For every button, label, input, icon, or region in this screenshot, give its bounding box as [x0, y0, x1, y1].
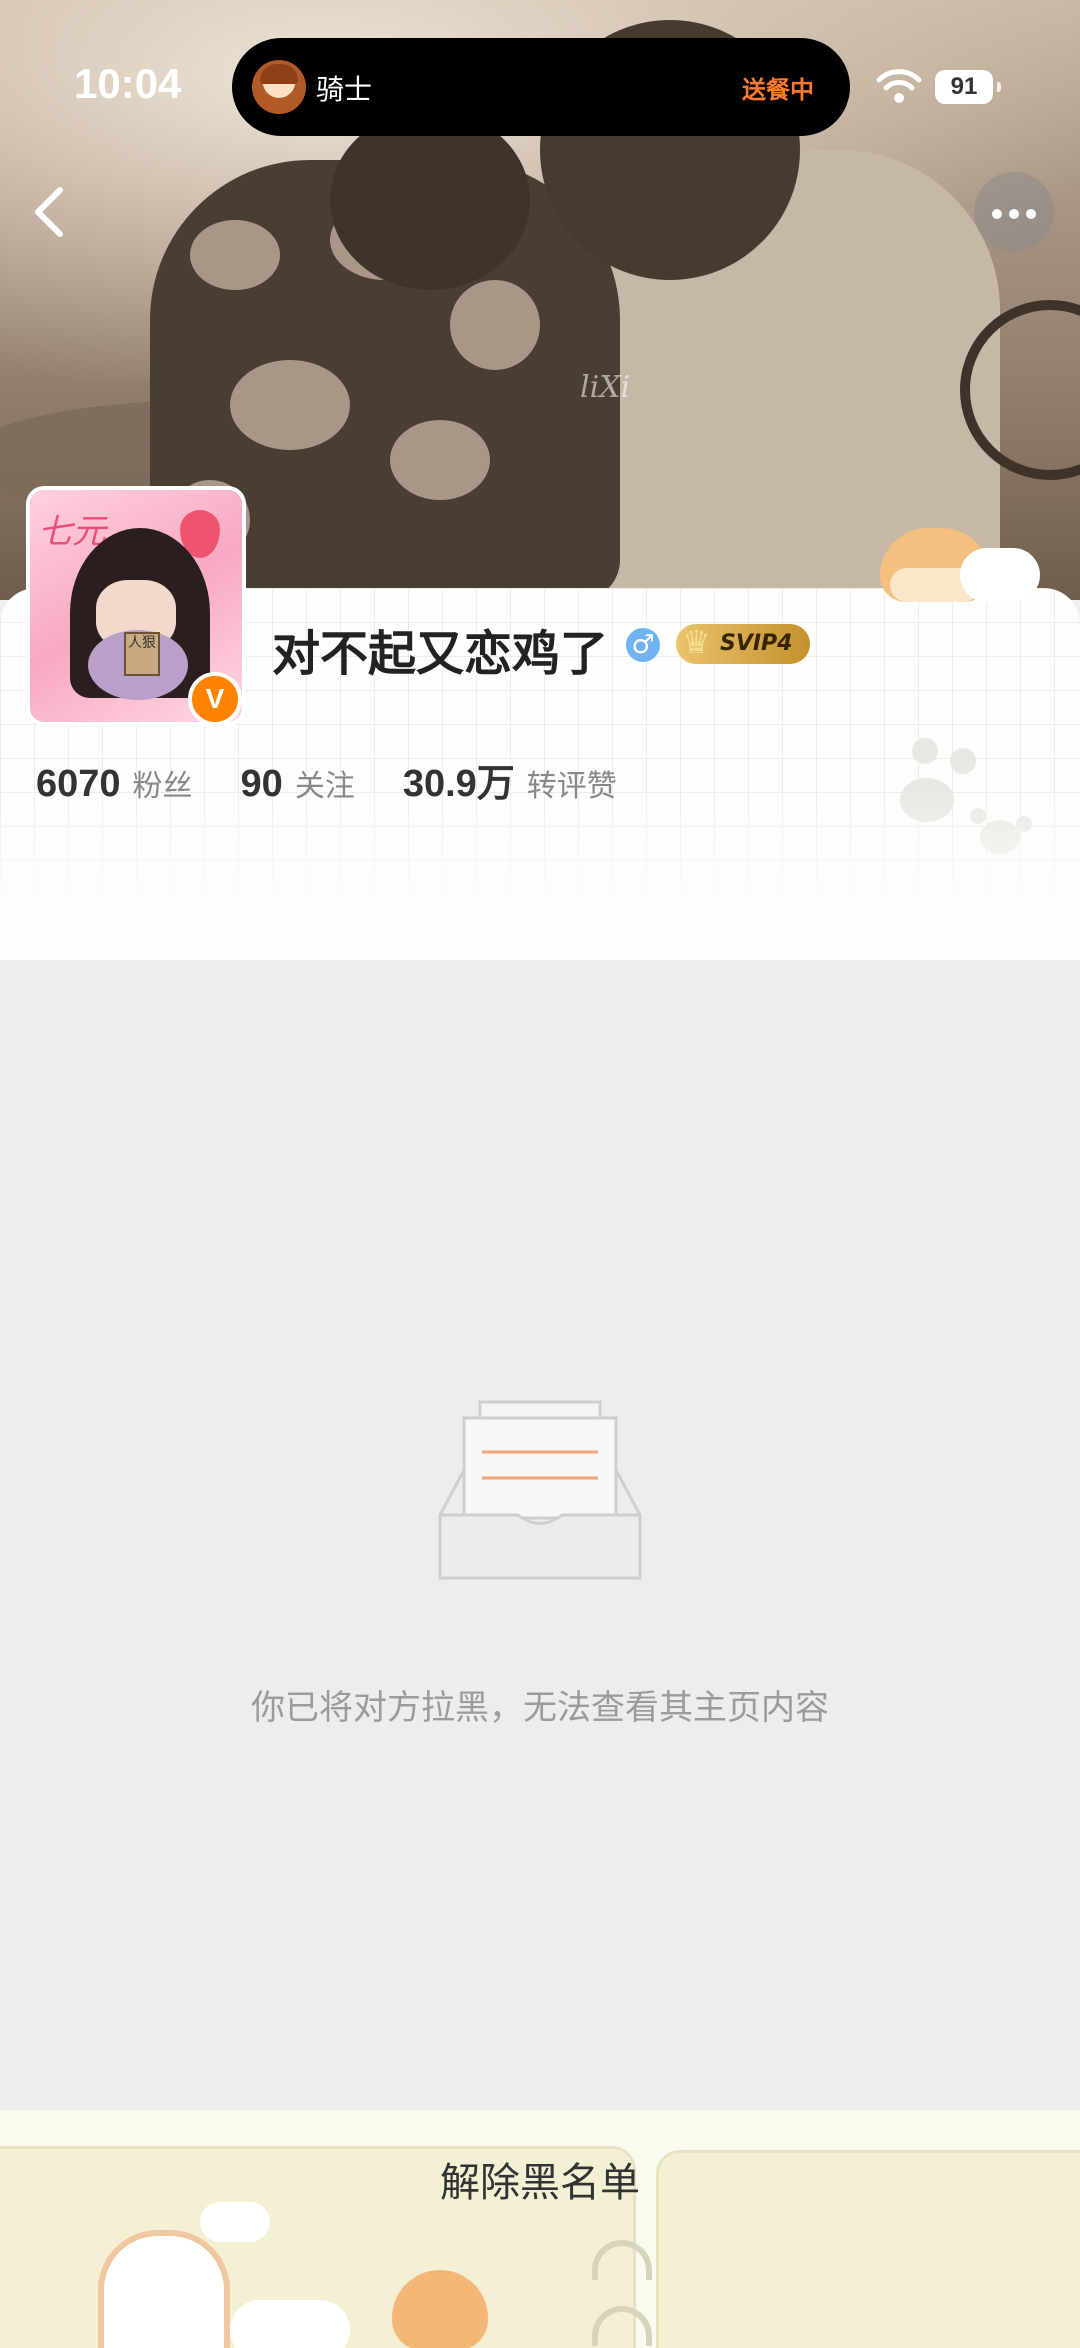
rice-ball-decoration [960, 548, 1040, 602]
empty-inbox-icon [438, 1400, 642, 1580]
stat-label: 粉丝 [132, 769, 193, 804]
blocked-content-area: 你已将对方拉黑，无法查看其主页内容 [0, 960, 1080, 2110]
stat-value: 90 [240, 763, 283, 805]
username: 对不起又恋鸡了 [272, 626, 609, 682]
profile-stats: 6070 粉丝 90 关注 30.9万 转评赞 [36, 752, 665, 812]
stat-value: 30.9万 [402, 763, 515, 805]
bottom-bar [0, 2110, 1080, 2348]
battery-icon: 91 [935, 70, 1001, 104]
dynamic-island[interactable]: 骑士 送餐中 [232, 38, 850, 136]
avatar-sign-text: 人狠 [124, 632, 160, 676]
male-gender-icon: ♂ [626, 628, 660, 662]
svip-badge[interactable]: SVIP4 [676, 622, 810, 664]
live-activity-state: 送餐中 [742, 76, 814, 104]
stat-label: 关注 [294, 769, 355, 804]
stat-following[interactable]: 90 关注 [241, 761, 355, 806]
cover-watermark: liXi [580, 370, 631, 405]
verified-badge: V [188, 672, 242, 726]
status-time: 10:04 [74, 60, 182, 107]
window-decoration [98, 2230, 230, 2348]
live-activity-name: 骑士 [316, 73, 373, 106]
stat-label: 转评赞 [526, 769, 617, 804]
more-options-button[interactable] [974, 172, 1054, 252]
stat-likes[interactable]: 30.9万 转评赞 [403, 752, 617, 807]
unblock-button[interactable]: 解除黑名单 [0, 2150, 1080, 2208]
rider-avatar-icon [252, 60, 306, 114]
back-arrow-icon[interactable] [22, 172, 82, 252]
stat-value: 6070 [36, 763, 121, 805]
wifi-icon [876, 69, 922, 103]
stat-followers[interactable]: 6070 粉丝 [36, 761, 193, 806]
blocked-message: 你已将对方拉黑，无法查看其主页内容 [251, 1688, 829, 1728]
status-bar: 10:04 骑士 送餐中 91 [0, 0, 1080, 175]
